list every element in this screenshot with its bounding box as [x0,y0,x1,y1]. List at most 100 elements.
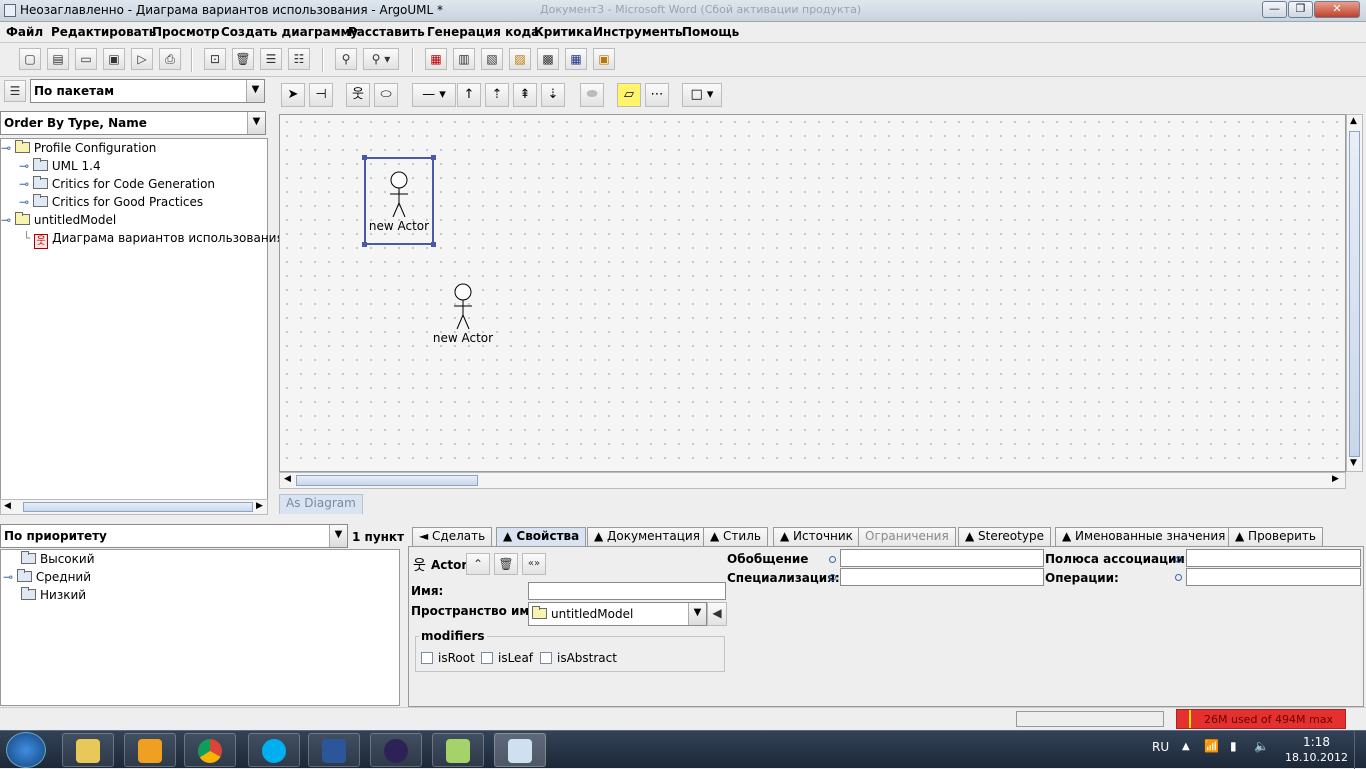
scroll-right-icon[interactable]: ▶ [256,501,263,511]
find-icon[interactable]: ⚲ [335,48,357,70]
new-project-icon[interactable]: ▤ [47,48,69,70]
align-icon[interactable]: ☰ [260,48,282,70]
menu-file[interactable]: Файл [6,25,43,39]
volume-icon[interactable]: 🔈 [1254,739,1269,753]
menu-help[interactable]: Помощь [682,25,739,39]
zoom-icon[interactable]: ⚲ ▾ [363,48,399,70]
sequence-diagram-icon[interactable]: ▣ [593,48,615,70]
tab-todo[interactable]: ◄ Сделать [412,527,493,546]
todo-priority-high[interactable]: Высокий [21,551,95,570]
canvas-vscrollbar[interactable]: ▲ ▼ [1346,114,1363,472]
operations-list[interactable] [1186,568,1361,586]
distribute-icon[interactable]: ☷ [288,48,310,70]
start-button[interactable] [6,732,46,768]
clock-time[interactable]: 1:18 [1303,735,1330,749]
scroll-up-icon[interactable]: ▲ [1350,116,1357,126]
taskbar-word[interactable] [308,733,360,767]
menu-edit[interactable]: Редактировать [51,25,156,39]
dependency-tool-icon[interactable]: ↑ [457,83,481,107]
order-select[interactable]: Order By Type, Name ▼ [0,111,266,135]
specialization-list[interactable] [840,568,1044,586]
actor-node[interactable]: new Actor [364,171,434,233]
open-icon[interactable]: ▭ [75,48,97,70]
tab-source[interactable]: ▲ Источник [773,527,860,546]
menu-create-diagram[interactable]: Создать диаграмму [221,25,358,39]
tab-checklist[interactable]: ▲ Проверить [1228,527,1323,546]
save-icon[interactable]: ▣ [103,48,125,70]
show-desktop-button[interactable] [1354,731,1366,769]
menu-arrange[interactable]: Расставить [348,25,425,39]
selection-handle[interactable] [431,242,436,247]
new-file-icon[interactable]: ▢ [19,48,41,70]
association-ends-list[interactable] [1186,549,1361,567]
taskbar-tools[interactable] [124,733,176,767]
taskbar-chrome[interactable] [184,733,236,767]
shape-tool-icon[interactable]: □ ▾ [682,83,722,107]
taskbar-eclipse[interactable] [370,733,422,767]
diagram-canvas[interactable]: new Actor new Actor [279,114,1346,472]
battery-icon[interactable]: ▮ [1230,739,1237,753]
scroll-left-icon[interactable]: ◀ [4,501,11,511]
tab-documentation[interactable]: ▲ Документация [587,527,707,546]
select-tool-icon[interactable]: ➤ [281,83,305,107]
tab-stereotype[interactable]: ▲ Stereotype [958,527,1051,546]
tray-arrow-icon[interactable]: ▲ [1182,741,1190,752]
perspective-select[interactable]: По пакетам ▼ [30,79,265,103]
menu-generation[interactable]: Генерация кода [427,25,539,39]
actor-tool-icon[interactable]: 웃 [346,83,370,107]
selection-handle[interactable] [362,155,367,160]
include-tool-icon[interactable]: ⇣ [541,83,565,107]
comment-tool-icon[interactable]: ▱ [617,83,641,107]
minimize-button[interactable]: — [1262,1,1287,18]
todo-grouping-select[interactable]: По приоритету ▼ [0,524,348,548]
tab-as-diagram[interactable]: As Diagram [279,494,363,514]
namespace-select[interactable]: untitledModel ▼ [528,602,707,626]
scroll-left-icon[interactable]: ◀ [284,474,291,484]
language-indicator[interactable]: RU [1152,740,1169,754]
save-as-icon[interactable]: ▷ [131,48,153,70]
selection-handle[interactable] [362,242,367,247]
tree-item-usecase-diagram[interactable]: └ 웃 Диаграма вариантов использования [23,231,284,249]
todo-priority-low[interactable]: Низкий [21,587,86,606]
delete-icon[interactable]: 🗑 [232,48,254,70]
todo-priority-medium[interactable]: ⊸ Средний [3,569,91,588]
isroot-checkbox[interactable]: isRoot [421,651,475,665]
explorer-hscrollbar[interactable]: ◀ ▶ [0,499,268,515]
navigate-icon[interactable]: ⊡ [204,48,226,70]
clock-date[interactable]: 18.10.2012 [1285,751,1348,764]
collaboration-diagram-icon[interactable]: ▩ [537,48,559,70]
network-icon[interactable]: 📶 [1204,739,1219,753]
tree-item-uml14[interactable]: ⊸ UML 1.4 [19,158,101,177]
actor-node[interactable]: new Actor [428,283,498,345]
taskbar-skype[interactable] [248,733,300,767]
namespace-goto-button[interactable]: ◀ [707,602,727,626]
print-icon[interactable]: ⎙ [159,48,181,70]
taskbar-notepad[interactable] [432,733,484,767]
extend-tool-icon[interactable]: ⇞ [513,83,537,107]
activity-diagram-icon[interactable]: ▨ [509,48,531,70]
menu-tools[interactable]: Инструменты [593,25,686,39]
scroll-down-icon[interactable]: ▼ [1350,458,1357,468]
tab-style[interactable]: ▲ Стиль [703,527,768,546]
maximize-button[interactable]: ❐ [1288,1,1313,18]
class-diagram-icon[interactable]: ▦ [425,48,447,70]
isabstract-checkbox[interactable]: isAbstract [540,651,617,665]
usecase-tool-icon[interactable]: ⬭ [374,83,398,107]
menu-critique[interactable]: Критика [534,25,592,39]
tree-item-critics-codegen[interactable]: ⊸ Critics for Code Generation [19,176,215,195]
scrollbar-thumb[interactable] [296,475,478,486]
generalization-list[interactable] [840,549,1044,567]
name-field[interactable] [528,582,726,600]
state-diagram-icon[interactable]: ▧ [481,48,503,70]
tree-item-critics-practices[interactable]: ⊸ Critics for Good Practices [19,194,203,213]
taskbar-explorer[interactable] [62,733,114,767]
taskbar-argouml[interactable] [494,733,546,767]
tree-item-untitled-model[interactable]: ⊸ untitledModel [1,212,116,231]
isleaf-checkbox[interactable]: isLeaf [481,651,533,665]
comment-link-tool-icon[interactable]: ⋯ [645,83,669,107]
generalization-tool-icon[interactable]: ⇡ [485,83,509,107]
close-button[interactable]: ✕ [1314,1,1360,18]
selection-handle[interactable] [431,155,436,160]
canvas-hscrollbar[interactable]: ◀ ▶ [279,472,1346,489]
delete-element-button[interactable]: 🗑 [494,553,518,575]
